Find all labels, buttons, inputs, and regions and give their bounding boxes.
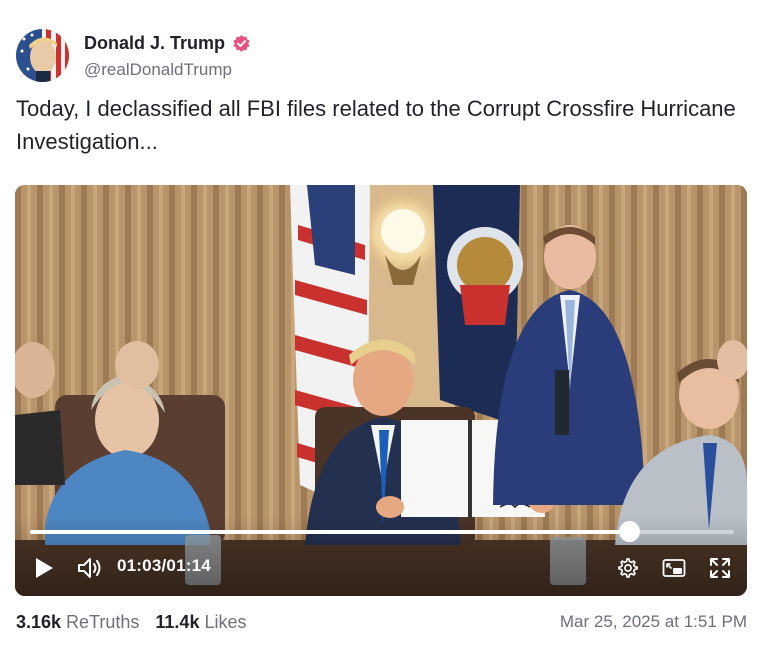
avatar-image: [16, 28, 69, 82]
author-name-row: Donald J. Trump: [84, 31, 251, 57]
video-player[interactable]: 01:03/01:14: [15, 185, 747, 596]
play-button[interactable]: [29, 553, 59, 583]
author-names: Donald J. Trump @realDonaldTrump: [84, 31, 251, 80]
video-time: 01:03/01:14: [117, 556, 211, 576]
settings-button[interactable]: [613, 553, 643, 583]
picture-in-picture-icon: [662, 559, 686, 577]
likes-label[interactable]: Likes: [204, 612, 246, 633]
volume-button[interactable]: [75, 553, 105, 583]
post-text: Today, I declassified all FBI files rela…: [16, 96, 736, 154]
fullscreen-icon: [710, 558, 730, 578]
duration: 01:14: [166, 556, 211, 575]
post-header: Donald J. Trump @realDonaldTrump: [16, 27, 251, 83]
retruths-label[interactable]: ReTruths: [66, 612, 139, 633]
author-handle[interactable]: @realDonaldTrump: [84, 60, 251, 80]
fullscreen-button[interactable]: [705, 553, 735, 583]
play-icon: [36, 558, 53, 578]
current-time: 01:03: [117, 556, 162, 575]
post-card: Donald J. Trump @realDonaldTrump Today, …: [0, 0, 768, 664]
pip-button[interactable]: [659, 553, 689, 583]
post-stats: 3.16k ReTruths 11.4k Likes Mar 25, 2025 …: [16, 609, 747, 635]
volume-icon: [78, 558, 101, 578]
avatar[interactable]: [16, 28, 69, 82]
progress-thumb[interactable]: [619, 521, 641, 542]
author-display-name[interactable]: Donald J. Trump: [84, 33, 225, 54]
post-timestamp[interactable]: Mar 25, 2025 at 1:51 PM: [560, 612, 747, 632]
verified-badge-icon: [232, 34, 251, 53]
progress-fill: [30, 530, 630, 534]
likes-count[interactable]: 11.4k: [155, 612, 199, 633]
retruths-count[interactable]: 3.16k: [16, 612, 61, 633]
gear-icon: [618, 558, 638, 578]
